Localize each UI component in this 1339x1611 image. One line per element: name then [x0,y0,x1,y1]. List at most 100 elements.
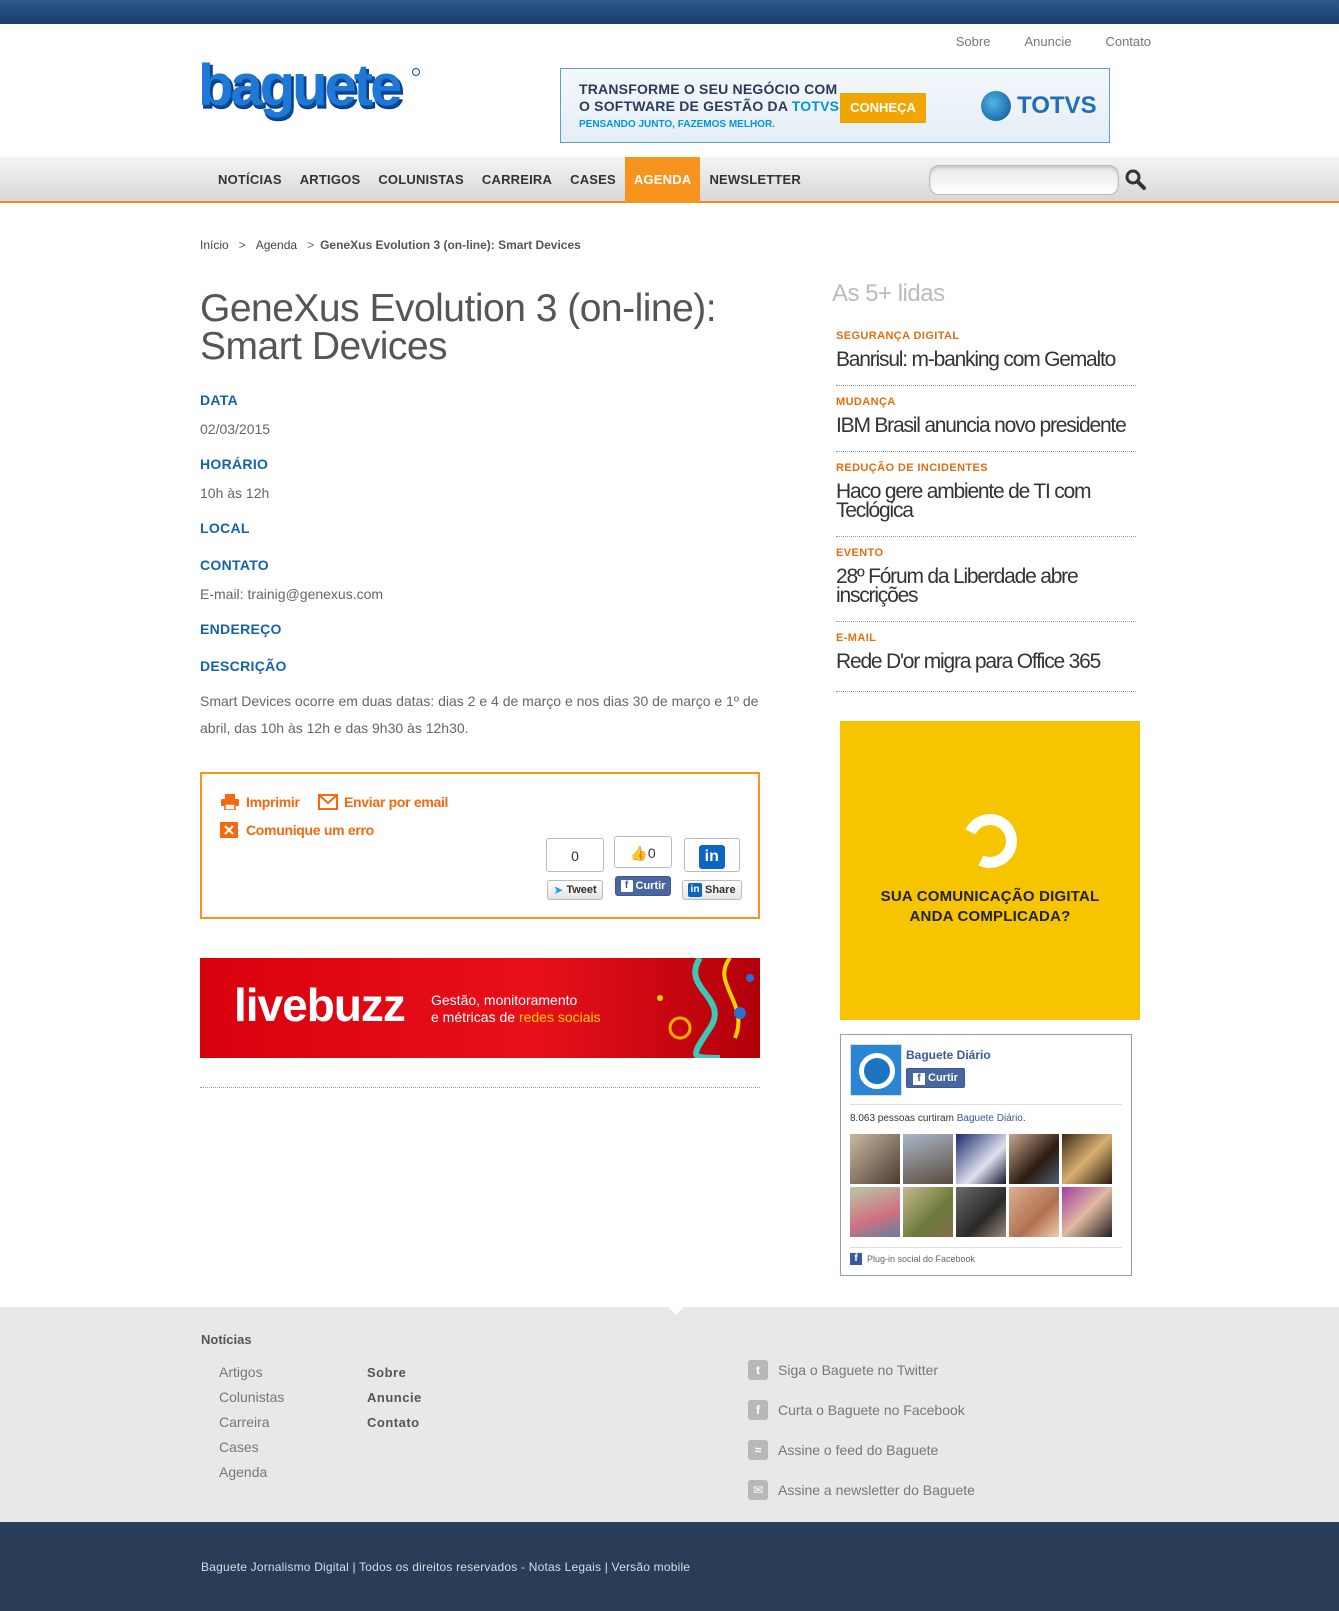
fb-like-count-text: 8.063 pessoas curtiram Baguete Diário. [850,1113,1026,1124]
decorative-swirl-icon [657,958,754,1058]
most-read-title: As 5+ lidas [832,280,945,307]
fb-page-name[interactable]: Baguete Diário [906,1048,991,1062]
baguete-logo-image: baguete baguete [198,53,420,122]
nav-carreira[interactable]: CARREIRA [473,157,561,203]
close-icon [220,822,240,838]
footer-rss-link[interactable]: ≈ Assine o feed do Baguete [748,1430,975,1470]
footer-noticias-link[interactable]: Notícias [201,1332,252,1347]
most-read-headline[interactable]: Haco gere ambiente de TI com Teclógica [836,481,1136,521]
envelope-icon [318,794,338,810]
footer-notch [668,1307,684,1315]
fan-avatar[interactable] [1009,1134,1059,1184]
top-link-sobre[interactable]: Sobre [956,34,991,49]
footer-twitter-link[interactable]: t Siga o Baguete no Twitter [748,1350,975,1390]
fan-avatar[interactable] [1062,1187,1112,1237]
svg-text:baguete: baguete [198,58,401,118]
nav-colunistas[interactable]: COLUNISTAS [369,157,473,203]
most-read-item[interactable]: E-MAIL Rede D'or migra para Office 365 [836,632,1136,692]
fan-avatar[interactable] [956,1187,1006,1237]
nav-newsletter[interactable]: NEWSLETTER [700,157,810,203]
search-icon[interactable] [1124,168,1148,192]
baguete-logo[interactable]: baguete baguete [198,53,424,132]
footer-link-carreira[interactable]: Carreira [219,1410,284,1435]
ad-message: SUA COMUNICAÇÃO DIGITAL ANDA COMPLICADA? [880,888,1100,925]
fb-page-link[interactable]: Baguete Diário [957,1113,1023,1124]
print-link[interactable]: Imprimir [220,794,300,811]
most-read-item[interactable]: MUDANÇA IBM Brasil anuncia novo presiden… [836,396,1136,452]
most-read-item[interactable]: REDUÇÃO DE INCIDENTES Haco gere ambiente… [836,462,1136,537]
facebook-like-box: Baguete Diário f Curtir 8.063 pessoas cur… [840,1034,1132,1276]
fan-avatar[interactable] [1009,1187,1059,1237]
nav-cases[interactable]: CASES [561,157,625,203]
nav-artigos[interactable]: ARTIGOS [291,157,370,203]
fb-plugin-credit[interactable]: f Plug-in social do Facebook [850,1253,975,1265]
breadcrumb-home[interactable]: Início [200,238,229,252]
most-read-headline[interactable]: Rede D'or migra para Office 365 [836,651,1136,672]
ad-cta-button[interactable]: CONHEÇA [840,93,926,123]
footer-link-sobre[interactable]: Sobre [367,1360,422,1385]
email-link[interactable]: Enviar por email [318,794,448,810]
nav-noticias[interactable]: NOTÍCIAS [209,157,291,203]
footer-link-agenda[interactable]: Agenda [219,1460,284,1485]
top-bar [0,0,1339,24]
digital-communication-ad[interactable]: SUA COMUNICAÇÃO DIGITAL ANDA COMPLICADA? [840,721,1140,1020]
globe-icon [981,91,1011,121]
endereco-label: ENDEREÇO [200,621,282,637]
twitter-bird-icon: ➤ [553,883,564,897]
top-link-contato[interactable]: Contato [1105,34,1151,49]
most-read-headline[interactable]: Banrisul: m-banking com Gemalto [836,349,1136,370]
fan-avatar[interactable] [903,1134,953,1184]
local-label: LOCAL [200,520,250,536]
breadcrumb-agenda[interactable]: Agenda [256,238,297,252]
footer-link-cases[interactable]: Cases [219,1435,284,1460]
linkedin-logo-box: in [683,838,740,872]
report-error-link[interactable]: Comunique um erro [220,822,374,838]
footer-newsletter-link[interactable]: ✉ Assine a newsletter do Baguete [748,1470,975,1510]
fan-avatar[interactable] [903,1187,953,1237]
most-read-category: REDUÇÃO DE INCIDENTES [836,462,989,474]
linkedin-small-icon: in [688,883,702,897]
page: Sobre Anuncie Contato baguete baguete TR… [0,0,1339,1611]
most-read-headline[interactable]: IBM Brasil anuncia novo presidente [836,415,1136,436]
fan-avatar[interactable] [1062,1134,1112,1184]
fan-faces-grid [850,1134,1112,1237]
breadcrumb-separator: > [307,238,315,252]
footer-link-contato[interactable]: Contato [367,1410,422,1435]
fan-avatar[interactable] [956,1134,1006,1184]
linkedin-share: in in Share [682,838,742,900]
fb-page-like-button[interactable]: f Curtir [906,1068,965,1088]
facebook-share: 👍0 f Curtir [614,836,672,896]
livebuzz-logo: livebuzz [234,979,406,1031]
copyright-text: Baguete Jornalismo Digital | Todos os di… [201,1560,691,1574]
footer-link-anuncie[interactable]: Anuncie [367,1385,422,1410]
totvs-logo: TOTVS [981,91,1097,121]
breadcrumb-separator: > [238,238,246,252]
most-read-headline[interactable]: 28º Fórum da Liberdade abre inscrições [836,566,1136,606]
search-input[interactable] [930,166,1118,194]
main-nav: NOTÍCIAS ARTIGOS COLUNISTAS CARREIRA CAS… [209,157,810,203]
fb-like-button[interactable]: f Curtir [614,876,672,896]
most-read-item[interactable]: SEGURANÇA DIGITAL Banrisul: m-banking co… [836,330,1136,386]
tweet-button[interactable]: ➤ Tweet [547,880,603,900]
horario-label: HORÁRIO [200,456,269,472]
linkedin-share-button[interactable]: in Share [682,880,742,900]
footer-facebook-link[interactable]: f Curta o Baguete no Facebook [748,1390,975,1430]
livebuzz-banner-ad[interactable]: livebuzz Gestão, monitoramento e métrica… [200,958,760,1058]
twitter-icon: t [748,1360,768,1380]
data-value: 02/03/2015 [200,421,271,437]
top-links: Sobre Anuncie Contato [956,34,1151,49]
fan-avatar[interactable] [850,1187,900,1237]
most-read-category: EVENTO [836,547,884,559]
totvs-banner-ad[interactable]: TRANSFORME O SEU NEGÓCIO COM O SOFTWARE … [560,68,1110,143]
contato-label: CONTATO [200,557,269,573]
fan-avatar[interactable] [850,1134,900,1184]
footer-link-artigos[interactable]: Artigos [219,1360,284,1385]
fb-like-count: 👍0 [614,836,672,868]
most-read-item[interactable]: EVENTO 28º Fórum da Liberdade abre inscr… [836,547,1136,622]
page-avatar[interactable] [850,1044,902,1096]
nav-agenda[interactable]: AGENDA [624,157,701,203]
ring-logo-icon [955,806,1025,876]
footer-link-colunistas[interactable]: Colunistas [219,1385,284,1410]
bottom-bar: Baguete Jornalismo Digital | Todos os di… [0,1522,1339,1611]
top-link-anuncie[interactable]: Anuncie [1024,34,1071,49]
